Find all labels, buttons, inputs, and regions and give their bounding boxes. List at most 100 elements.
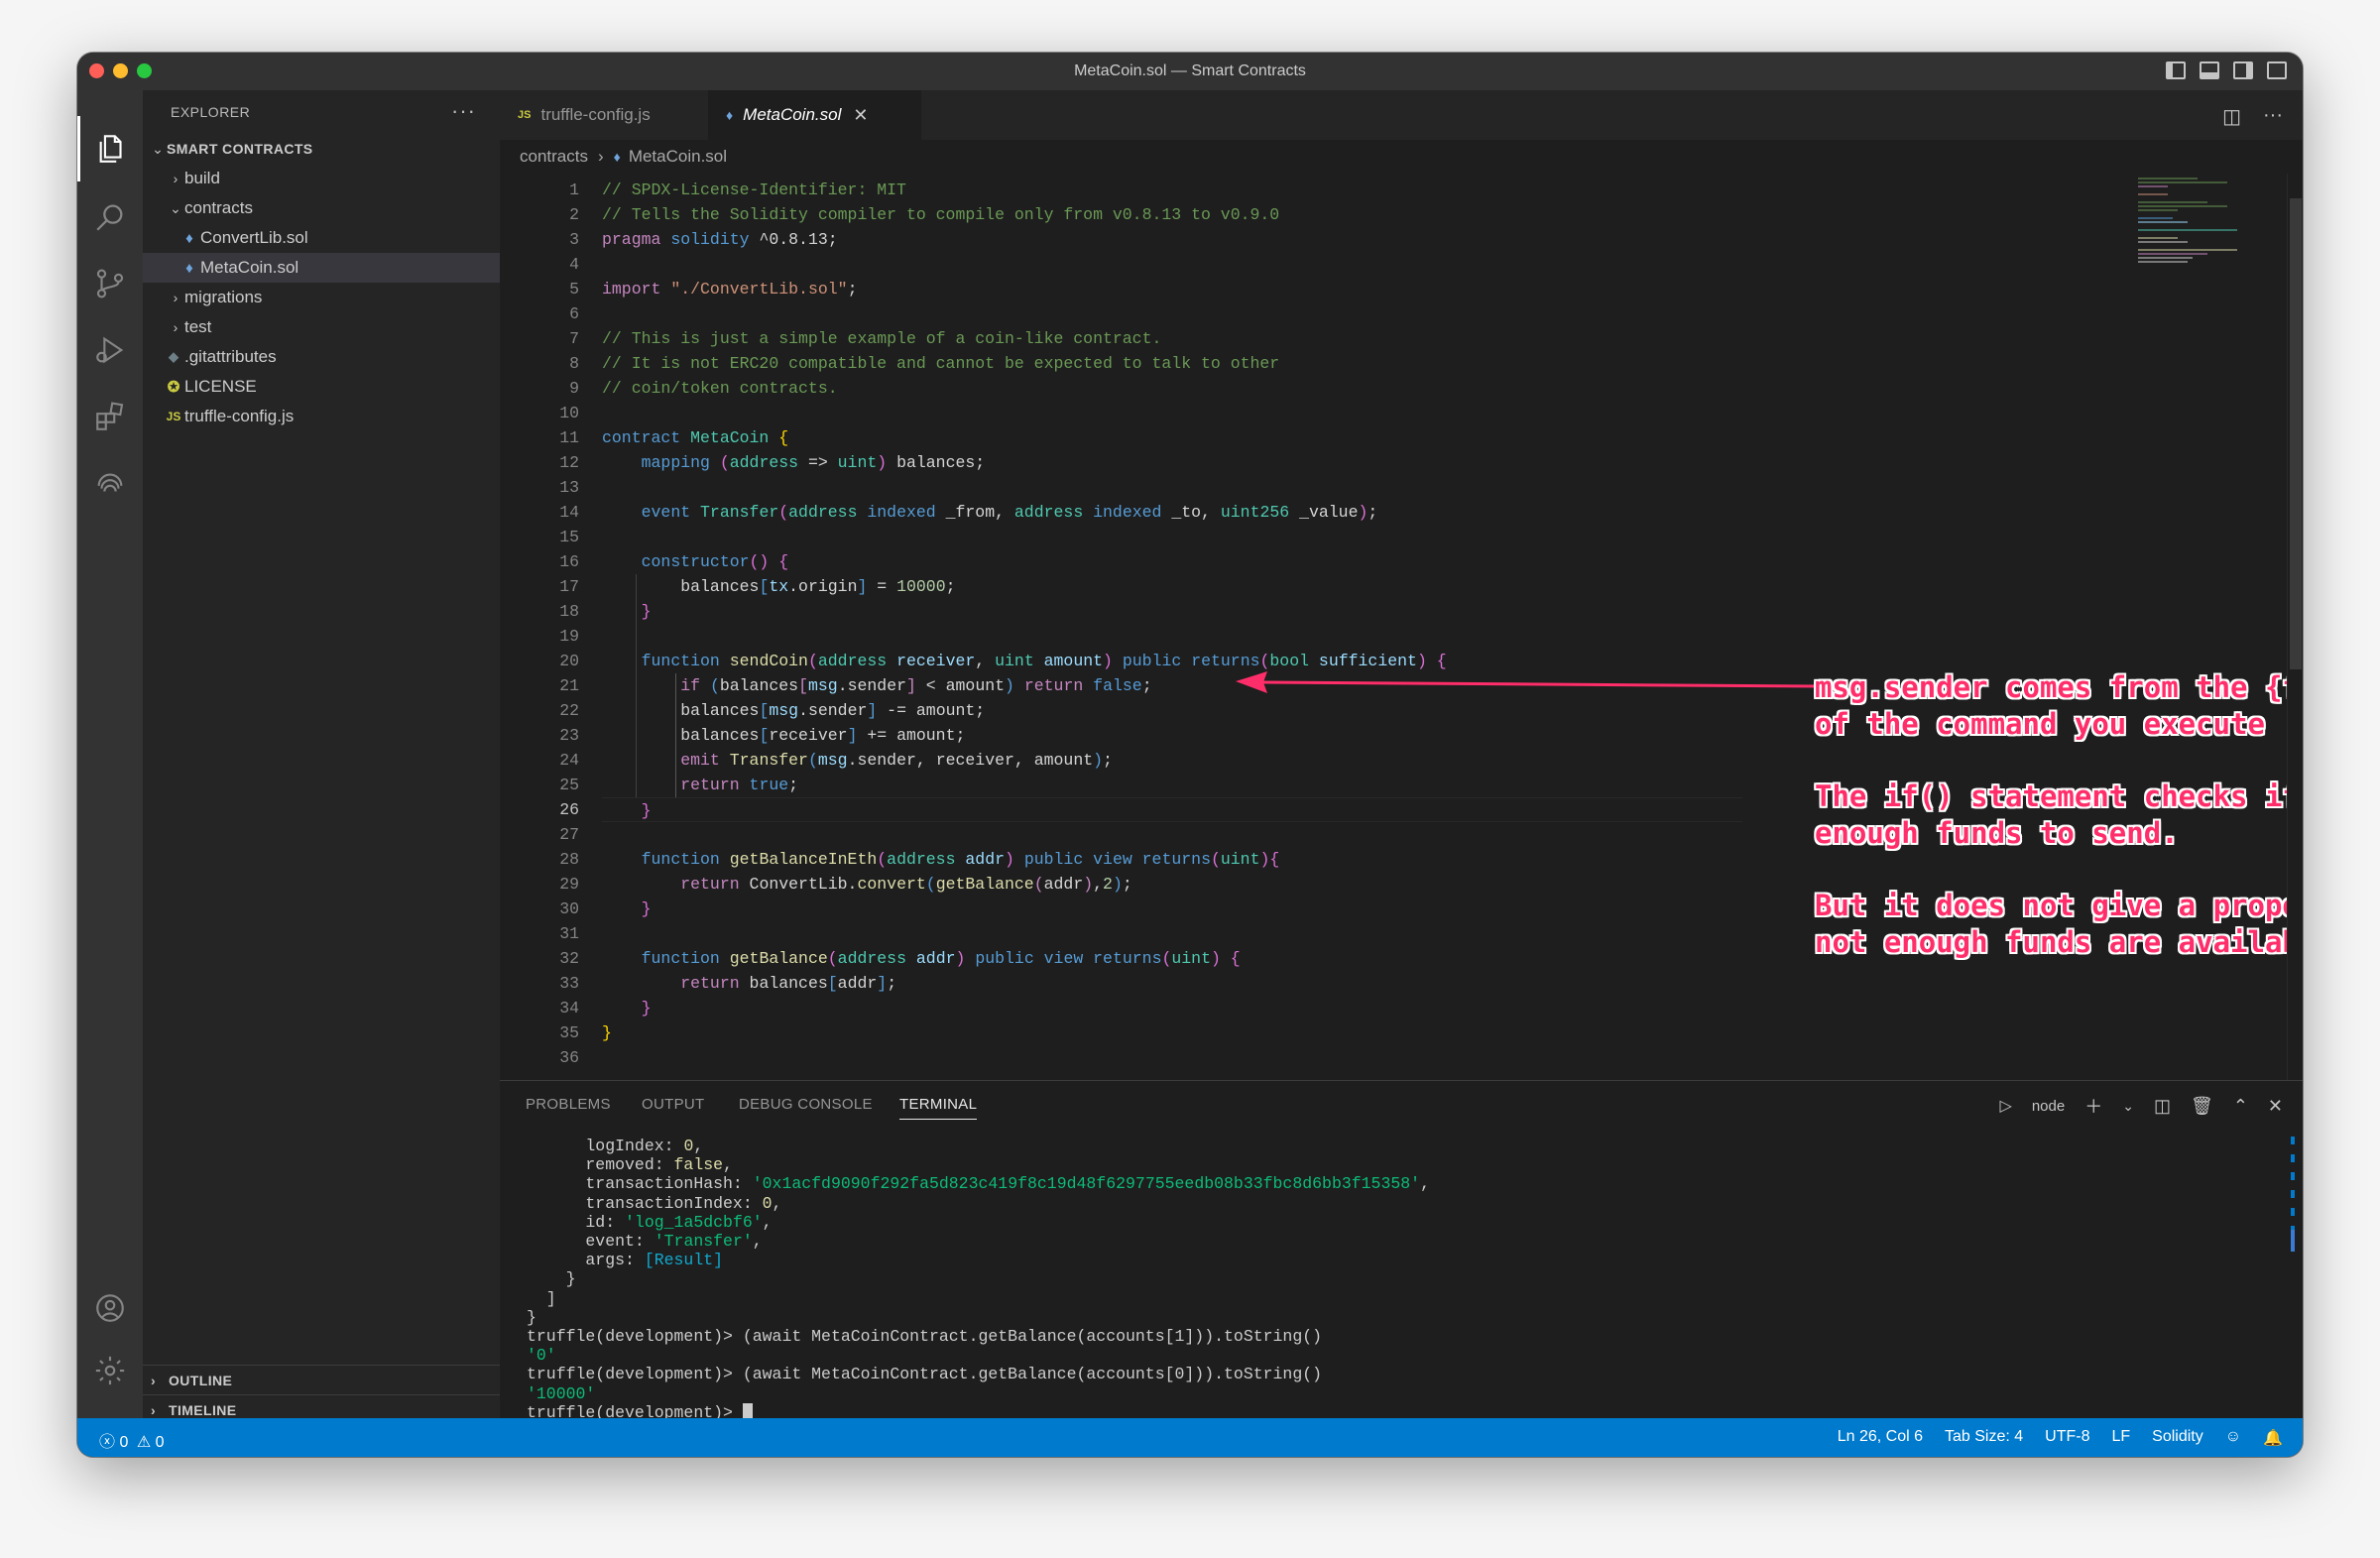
toggle-panel-icon[interactable]: [2200, 61, 2219, 79]
line-number: 7: [569, 329, 579, 348]
tab-debug-console[interactable]: DEBUG CONSOLE: [739, 1096, 873, 1113]
title-bar: MetaCoin.sol — Smart Contracts: [77, 53, 2303, 90]
tree-item-build[interactable]: › build: [143, 164, 500, 193]
code-line: // SPDX-License-Identifier: MIT: [602, 180, 906, 199]
cursor-position[interactable]: Ln 26, Col 6: [1838, 1428, 1923, 1448]
code-editor[interactable]: 1 2 3 4 5 6 7 8 9 10 11 12 13 14 15 16 17 18 19 20 21 22 23 24 2…: [500, 174, 2303, 1080]
code-line: return balances[addr];: [680, 974, 897, 993]
tree-item-label: MetaCoin.sol: [200, 258, 299, 277]
code-line: balances[msg.sender] -= amount;: [602, 701, 986, 720]
minimap[interactable]: [2138, 174, 2247, 283]
more-actions-icon[interactable]: ···: [451, 98, 476, 124]
tab-label: MetaCoin.sol: [743, 105, 842, 124]
code-line: return true;: [680, 776, 799, 794]
feedback-icon[interactable]: ☺: [2225, 1428, 2241, 1448]
indent-guide: [675, 673, 676, 797]
editor-scrollbar[interactable]: [2287, 174, 2303, 1080]
customize-layout-icon[interactable]: [2267, 61, 2287, 79]
breadcrumb-file[interactable]: MetaCoin.sol: [629, 147, 727, 167]
code-line: constructor() {: [641, 552, 789, 571]
source-control-icon[interactable]: [77, 251, 143, 316]
line-number: 24: [559, 751, 579, 770]
terminal-name[interactable]: node: [2032, 1098, 2065, 1115]
code-line: }: [641, 999, 652, 1018]
account-icon[interactable]: [77, 1275, 143, 1341]
line-number: 1: [569, 180, 579, 199]
more-actions-icon[interactable]: ···: [2263, 104, 2283, 129]
extensions-icon[interactable]: [77, 384, 143, 449]
settings-gear-icon[interactable]: [77, 1338, 143, 1403]
trash-icon[interactable]: 🗑: [2191, 1096, 2213, 1117]
file-encoding[interactable]: UTF-8: [2045, 1428, 2089, 1448]
split-editor-icon[interactable]: ◫: [2222, 104, 2241, 129]
tab-terminal[interactable]: TERMINAL: [899, 1096, 978, 1120]
tab-output[interactable]: OUTPUT: [642, 1096, 704, 1113]
maximize-panel-icon[interactable]: ⌃: [2233, 1096, 2248, 1117]
tree-item-contracts[interactable]: ⌄ contracts: [143, 193, 500, 223]
workspace-root[interactable]: ⌄ SMART CONTRACTS: [143, 134, 500, 164]
line-number: 33: [559, 974, 579, 993]
line-number: 8: [569, 354, 579, 373]
outline-section[interactable]: › OUTLINE: [143, 1365, 500, 1394]
tree-item-migrations[interactable]: › migrations: [143, 283, 500, 312]
tree-item-truffle-config[interactable]: JS truffle-config.js: [143, 402, 500, 431]
notifications-bell-icon[interactable]: 🔔: [2263, 1428, 2283, 1448]
truffle-icon[interactable]: [77, 450, 143, 516]
breadcrumb-folder[interactable]: contracts: [520, 147, 588, 167]
explorer-icon[interactable]: [77, 116, 143, 181]
tree-item-convertlib[interactable]: ♦ ConvertLib.sol: [143, 223, 500, 253]
line-number: 26: [559, 800, 579, 819]
line-number: 18: [559, 602, 579, 621]
tab-size[interactable]: Tab Size: 4: [1945, 1428, 2023, 1448]
language-mode[interactable]: Solidity: [2152, 1428, 2203, 1448]
line-number: 4: [569, 255, 579, 274]
git-icon: ◆: [169, 349, 178, 364]
line-number: 30: [559, 899, 579, 918]
toggle-secondary-sidebar-icon[interactable]: [2233, 61, 2253, 79]
code-line: function getBalanceInEth(address addr) p…: [641, 850, 1280, 869]
tree-item-test[interactable]: › test: [143, 312, 500, 342]
tree-item-metacoin[interactable]: ♦ MetaCoin.sol: [143, 253, 500, 283]
split-terminal-icon[interactable]: ◫: [2154, 1096, 2171, 1117]
chevron-down-icon[interactable]: ⌄: [2122, 1098, 2134, 1115]
toggle-sidebar-icon[interactable]: [2166, 61, 2186, 79]
new-terminal-icon[interactable]: ＋: [2084, 1093, 2102, 1119]
warning-count: 0: [155, 1434, 165, 1451]
tree-item-license[interactable]: ✪ LICENSE: [143, 372, 500, 402]
tab-truffle-config[interactable]: JS truffle-config.js: [500, 90, 708, 140]
run-debug-icon[interactable]: [77, 317, 143, 383]
line-number: 25: [559, 776, 579, 794]
close-panel-icon[interactable]: ✕: [2268, 1096, 2283, 1117]
code-line: emit Transfer(msg.sender, receiver, amou…: [680, 751, 1113, 770]
line-number: 15: [559, 528, 579, 546]
activity-bar: [77, 90, 143, 1418]
line-number: 16: [559, 552, 579, 571]
line-number: 36: [559, 1048, 579, 1067]
error-icon: ⓧ: [99, 1434, 116, 1451]
code-line: // It is not ERC20 compatible and cannot…: [602, 354, 1280, 373]
line-number: 19: [559, 627, 579, 646]
bottom-panel: PROBLEMS OUTPUT DEBUG CONSOLE TERMINAL ▷…: [500, 1080, 2303, 1422]
error-count: 0: [119, 1434, 129, 1451]
line-number: 32: [559, 949, 579, 968]
close-tab-icon[interactable]: ✕: [853, 105, 868, 126]
annotation-msg-sender: msg.sender comes from the {from: account…: [1815, 670, 2303, 741]
chevron-down-icon: ⌄: [152, 140, 164, 157]
annotation-if-statement: The if() statement checks if the msg.sen…: [1815, 779, 2300, 850]
tab-metacoin[interactable]: ♦ MetaCoin.sol ✕: [708, 90, 921, 140]
chevron-right-icon: ›: [173, 319, 178, 335]
problems-status[interactable]: ⓧ 0 ⚠ 0: [99, 1428, 165, 1452]
code-line: pragma solidity ^0.8.13;: [602, 230, 838, 249]
js-icon: JS: [166, 410, 181, 423]
end-of-line[interactable]: LF: [2111, 1428, 2130, 1448]
code-line: function getBalance(address addr) public…: [641, 949, 1241, 968]
search-icon[interactable]: [77, 184, 143, 250]
solidity-icon: ♦: [726, 107, 734, 123]
vscode-window: MetaCoin.sol — Smart Contracts EXPLORER …: [77, 53, 2303, 1457]
line-number: 14: [559, 503, 579, 522]
tab-problems[interactable]: PROBLEMS: [526, 1096, 611, 1113]
outline-title: OUTLINE: [169, 1372, 233, 1388]
scrollbar-thumb[interactable]: [2290, 198, 2302, 669]
terminal-output[interactable]: logIndex: 0, removed: false, transaction…: [527, 1137, 1430, 1422]
tree-item-gitattributes[interactable]: ◆ .gitattributes: [143, 342, 500, 372]
